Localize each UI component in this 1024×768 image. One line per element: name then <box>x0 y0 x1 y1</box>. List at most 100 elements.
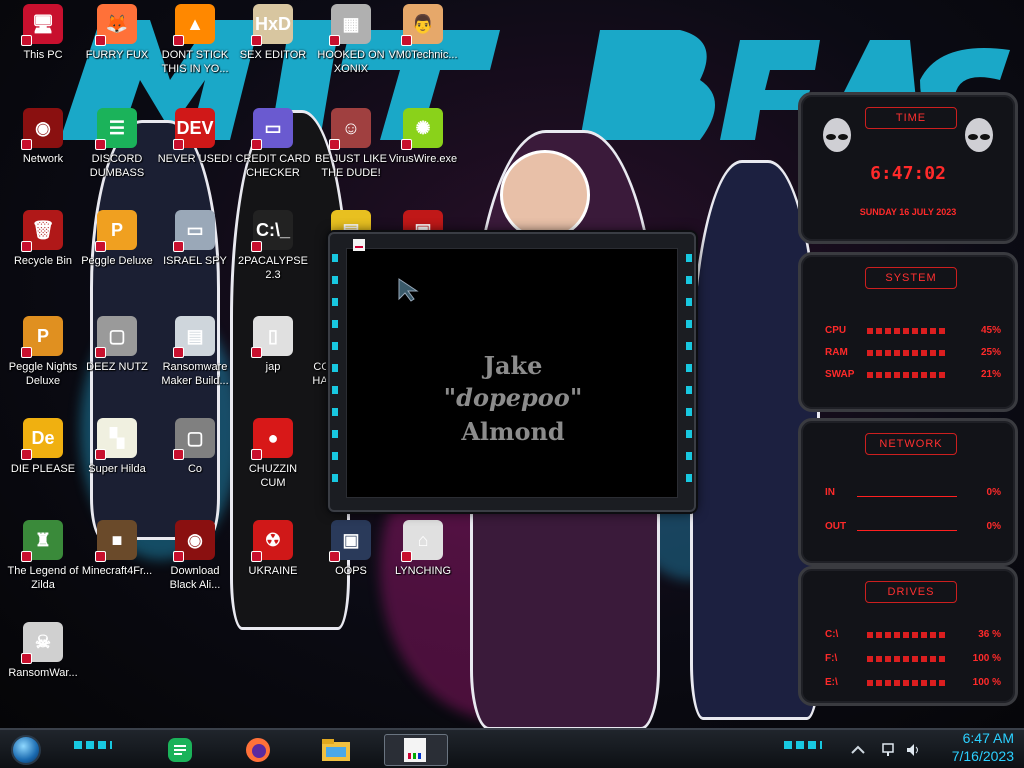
chevron-up-icon <box>851 745 865 754</box>
desktop-icon[interactable]: ▲ DONT STICK THIS IN YO... <box>152 4 238 76</box>
credit-last-name: Almond <box>461 417 565 446</box>
document-icon <box>404 738 426 762</box>
desktop-icon[interactable]: ☠ RansomWar... <box>0 622 86 680</box>
start-button[interactable] <box>6 734 46 766</box>
shortcut-arrow-icon <box>251 241 262 252</box>
desktop-icon[interactable]: ☢ UKRAINE <box>230 520 316 578</box>
desktop-icon-label: VirusWire.exe <box>388 153 458 165</box>
shortcut-arrow-icon <box>401 551 412 562</box>
desktop-icon-label: Ransomware Maker Build... <box>161 361 229 387</box>
drives-row-value: 100 % <box>972 653 1001 664</box>
desktop-icon[interactable]: ▭ CREDIT CARD CHECKER <box>230 108 316 180</box>
desktop-icon-label: FURRY FUX <box>85 49 149 61</box>
desktop-icon[interactable]: 👨 VM0Technic... <box>380 4 466 62</box>
credits-window[interactable]: Jake "dopepoo" Almond <box>328 232 696 512</box>
shortcut-arrow-icon <box>173 139 184 150</box>
hxd-icon: HxD <box>251 4 293 46</box>
desktop-icon-label: ISRAEL SPY <box>163 255 227 267</box>
shortcut-arrow-icon <box>251 347 262 358</box>
taskbar: 6:47 AM 7/16/2023 <box>0 728 1024 768</box>
desktop-icon[interactable]: C:\_ 2PACALYPSE 2.3 <box>230 210 316 282</box>
network-row-value: 0% <box>986 521 1001 532</box>
co-icon: ▢ <box>173 418 215 460</box>
desktop-icon[interactable]: ☰ DISCORD DUMBASS <box>74 108 160 180</box>
drives-widget-title: DRIVES <box>865 581 957 603</box>
spy-icon: ▭ <box>173 210 215 252</box>
file-explorer-icon <box>322 739 350 761</box>
network-row-label: IN <box>825 487 835 498</box>
drives-row-label: E:\ <box>825 677 838 688</box>
skull-icon: ☠ <box>21 622 63 664</box>
credit-nickname: "dopepoo" <box>443 383 583 412</box>
desktop-icon[interactable]: ▢ Co <box>152 418 238 476</box>
desktop-icon-label: DEEZ NUTZ <box>86 361 148 373</box>
discord-icon <box>168 738 192 762</box>
drives-usage-bar <box>867 632 947 638</box>
taskbar-active-document-button[interactable] <box>384 734 448 766</box>
network-widget-title: NETWORK <box>865 433 957 455</box>
desktop-icon-label: SEX EDITOR <box>239 49 307 61</box>
desktop-icon-label: UKRAINE <box>248 565 298 577</box>
show-hidden-icons-button[interactable] <box>848 734 868 766</box>
desktop-icon[interactable]: ▢ DEEZ NUTZ <box>74 316 160 374</box>
speaker-icon <box>907 744 918 756</box>
shortcut-arrow-icon <box>21 551 32 562</box>
desktop-icon[interactable]: ■ Minecraft4Fr... <box>74 520 160 578</box>
shortcut-arrow-icon <box>251 35 262 46</box>
monitor-icon: ▣ <box>329 520 371 562</box>
desktop-icon[interactable]: ▭ ISRAEL SPY <box>152 210 238 268</box>
network-icon: ◉ <box>21 108 63 150</box>
system-row-label: SWAP <box>825 369 855 380</box>
desktop-icon[interactable]: ▯ jap <box>230 316 316 374</box>
desktop-icon[interactable]: ● CHUZZIN CUM <box>230 418 316 490</box>
desktop-icon[interactable]: ✺ VirusWire.exe <box>380 108 466 166</box>
desktop-icon[interactable]: ⌂ LYNCHING <box>380 520 466 578</box>
system-widget-title: SYSTEM <box>865 267 957 289</box>
volume-tray-button[interactable] <box>904 734 924 766</box>
shortcut-arrow-icon <box>251 139 262 150</box>
shortcut-arrow-icon <box>329 35 340 46</box>
terminal-icon: C:\_ <box>251 210 293 252</box>
shortcut-arrow-icon <box>21 35 32 46</box>
cursor-icon <box>398 278 419 302</box>
desktop-icon[interactable]: HxD SEX EDITOR <box>230 4 316 62</box>
desktop-icon[interactable]: DEV NEVER USED! <box>152 108 238 166</box>
builder-icon: ▤ <box>173 316 215 358</box>
desktop-icon[interactable]: P Peggle Deluxe <box>74 210 160 268</box>
lime-icon: ✺ <box>401 108 443 150</box>
network-row-label: OUT <box>825 521 847 532</box>
shortcut-arrow-icon <box>95 347 106 358</box>
network-row-value: 0% <box>986 487 1001 498</box>
desktop-icon-label: Download Black Ali... <box>169 565 221 591</box>
shortcut-arrow-icon <box>21 241 32 252</box>
dev-icon: DEV <box>173 108 215 150</box>
taskbar-firefox-button[interactable] <box>238 734 278 766</box>
system-row-value: 45% <box>980 325 1001 336</box>
taskbar-discord-button[interactable] <box>160 734 200 766</box>
taskbar-clock[interactable]: 6:47 AM <box>963 730 1014 746</box>
desktop-icon[interactable]: 🦊 FURRY FUX <box>74 4 160 62</box>
radiation-icon: ☢ <box>251 520 293 562</box>
network-tray-button[interactable] <box>880 734 900 766</box>
desktop-icon[interactable]: ▚ Super Hilda <box>74 418 160 476</box>
desktop-icon[interactable]: ▤ Ransomware Maker Build... <box>152 316 238 388</box>
firefox-icon <box>246 738 270 762</box>
desktop-icon-label: 2PACALYPSE 2.3 <box>238 255 308 281</box>
shortcut-arrow-icon <box>251 449 262 460</box>
drives-usage-bar <box>867 680 947 686</box>
drives-row-label: F:\ <box>825 653 838 664</box>
desktop-icon-label: LYNCHING <box>394 565 452 577</box>
hilda-icon: ▚ <box>95 418 137 460</box>
taskbar-date[interactable]: 7/16/2023 <box>952 748 1014 764</box>
peggle-nights-icon: P <box>21 316 63 358</box>
shortcut-arrow-icon <box>95 449 106 460</box>
shortcut-arrow-icon <box>329 139 340 150</box>
credits-panel: Jake "dopepoo" Almond <box>346 248 678 498</box>
taskbar-file-explorer-button[interactable] <box>316 734 356 766</box>
desktop-icon[interactable]: ◉ Download Black Ali... <box>152 520 238 592</box>
desktop-icon-label: Minecraft4Fr... <box>81 565 153 577</box>
shortcut-arrow-icon <box>21 139 32 150</box>
network-traffic-graph <box>857 513 957 531</box>
window-document-icon <box>353 239 365 251</box>
frame-accent-left <box>332 254 338 494</box>
